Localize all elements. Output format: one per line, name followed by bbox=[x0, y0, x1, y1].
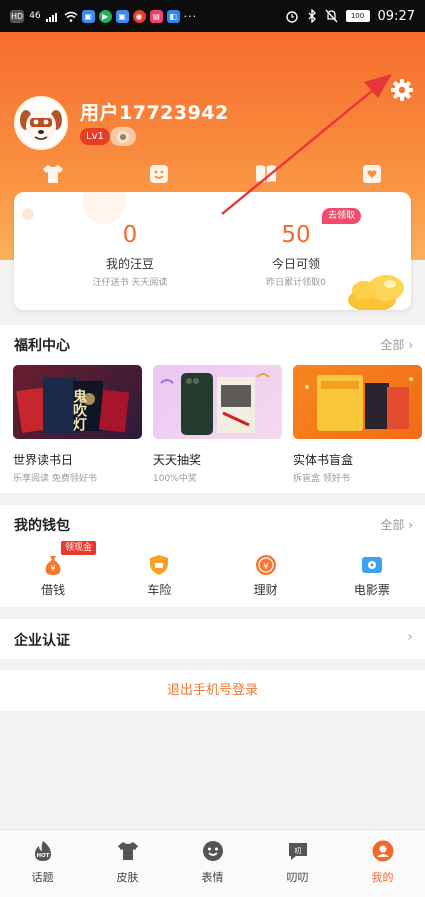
wallet-item-borrow[interactable]: 领现金 ¥ 借钱 bbox=[0, 541, 106, 598]
level-badge[interactable]: Lv1 bbox=[80, 128, 110, 145]
blind-box-illustration bbox=[305, 375, 413, 431]
tab-chat[interactable]: 叨 叨叨 bbox=[255, 830, 340, 897]
book-cover-text: 鬼吹灯 bbox=[71, 389, 87, 431]
tab-label: 叨叨 bbox=[286, 871, 309, 884]
beans-card: 0 我的汪豆 汪仔送书 天天阅读 50 今日可领 昨日累计领取0 去领取 bbox=[14, 192, 411, 310]
wallet-item-label: 电影票 bbox=[353, 583, 390, 597]
wallet-see-all[interactable]: 全部 › bbox=[380, 516, 413, 533]
profile-icon bbox=[372, 840, 393, 862]
welfare-title: 福利中心 bbox=[14, 338, 70, 354]
enterprise-certification[interactable]: 企业认证 › bbox=[0, 619, 425, 659]
signal-icon bbox=[45, 12, 57, 22]
tab-emoji[interactable]: 表情 bbox=[170, 830, 255, 897]
app-notification-icon: ◉ bbox=[132, 9, 146, 23]
logout-button[interactable]: 退出手机号登录 bbox=[0, 670, 425, 711]
tab-label: 表情 bbox=[201, 871, 224, 884]
status-left-icons: HD 46 ▣ ▶ ▣ ◉ ▤ ◧ ··· bbox=[10, 9, 198, 23]
phone-and-book-illustration bbox=[160, 373, 270, 435]
my-wallet: 我的钱包 全部 › 领现金 ¥ 借钱 车险 ¥ 理财 电影票 bbox=[0, 505, 425, 607]
wallet-items: 领现金 ¥ 借钱 车险 ¥ 理财 电影票 bbox=[0, 541, 425, 598]
wallet-item-movie-ticket[interactable]: 电影票 bbox=[319, 553, 425, 598]
today-claimable-value: 50 bbox=[281, 222, 311, 248]
emoji-face-icon bbox=[202, 841, 223, 861]
wallet-see-all-label: 全部 bbox=[380, 518, 405, 532]
wallet-item-car-insurance[interactable]: 车险 bbox=[106, 553, 212, 598]
status-right-icons: 100 09:27 bbox=[285, 9, 415, 24]
golden-beans-icon bbox=[348, 275, 404, 310]
alarm-icon bbox=[285, 11, 298, 23]
enterprise-title: 企业认证 bbox=[14, 633, 70, 649]
tab-label: 皮肤 bbox=[116, 871, 139, 884]
claim-button[interactable]: 去领取 bbox=[322, 208, 362, 224]
welfare-card-title: 世界读书日 bbox=[13, 453, 74, 467]
app-notification-icon: ▣ bbox=[81, 9, 95, 23]
status-bar: HD 46 ▣ ▶ ▣ ◉ ▤ ◧ ··· 100 09:27 bbox=[0, 0, 425, 32]
svg-text:¥: ¥ bbox=[51, 564, 56, 573]
app-notification-icon: ▣ bbox=[115, 9, 129, 23]
username: 用户17723942 bbox=[80, 102, 229, 124]
more-notifications-icon: ··· bbox=[183, 9, 198, 23]
avatar[interactable] bbox=[14, 96, 68, 150]
play-notification-icon: ▶ bbox=[98, 9, 112, 23]
tab-label: 我的 bbox=[371, 871, 394, 884]
network-indicator: 46 bbox=[29, 10, 41, 21]
wallet-item-label: 车险 bbox=[147, 583, 172, 597]
svg-text:叨: 叨 bbox=[294, 847, 301, 855]
app-notification-icon: ◧ bbox=[166, 9, 180, 23]
smile-box-icon bbox=[150, 165, 169, 183]
welfare-card-subtitle: 拆盲盒 领好书 bbox=[293, 474, 350, 484]
welfare-card-reading-day[interactable]: 鬼吹灯 世界读书日 乐享阅读 免费领好书 bbox=[13, 365, 142, 484]
welfare-center: 福利中心 全部 › 鬼吹灯 世界读书日 乐享阅读 免费领好书 天天抽奖 100%… bbox=[0, 325, 425, 493]
cash-tag: 领现金 bbox=[61, 541, 97, 555]
settings-gear-icon[interactable] bbox=[390, 78, 414, 102]
wifi-icon bbox=[64, 11, 78, 22]
wallet-item-label: 理财 bbox=[253, 583, 278, 597]
svg-text:¥: ¥ bbox=[263, 562, 269, 572]
reading-day-image: 鬼吹灯 bbox=[13, 365, 142, 439]
chevron-right-icon: › bbox=[408, 338, 413, 352]
hot-topic-icon: HOT bbox=[34, 841, 51, 861]
tab-skin[interactable]: 皮肤 bbox=[85, 830, 170, 897]
wallet-item-label: 借钱 bbox=[41, 583, 66, 597]
wallet-item-finance[interactable]: ¥ 理财 bbox=[213, 553, 319, 598]
heart-box-icon bbox=[362, 165, 381, 183]
svg-text:HOT: HOT bbox=[36, 853, 49, 859]
dog-mascot-icon bbox=[16, 98, 66, 148]
hd-indicator: HD bbox=[10, 9, 25, 23]
wallet-title: 我的钱包 bbox=[14, 518, 70, 534]
chat-bubble-icon: 叨 bbox=[288, 843, 307, 860]
blind-box-image bbox=[293, 365, 422, 439]
book-icon bbox=[255, 165, 276, 183]
mute-icon bbox=[325, 9, 338, 23]
chevron-right-icon: › bbox=[407, 629, 413, 645]
welfare-see-all[interactable]: 全部 › bbox=[380, 336, 413, 353]
app-notification-icon: ▤ bbox=[149, 9, 163, 23]
medal-badge[interactable] bbox=[110, 127, 136, 146]
tab-topic[interactable]: HOT 话题 bbox=[0, 830, 85, 897]
welfare-card-blind-box[interactable]: 实体书盲盒 拆盲盒 领好书 bbox=[293, 365, 422, 484]
yen-coin-icon: ¥ bbox=[255, 555, 276, 575]
medal-icon bbox=[117, 131, 129, 143]
bluetooth-icon bbox=[308, 9, 316, 23]
chevron-right-icon: › bbox=[408, 518, 413, 532]
welfare-card-title: 天天抽奖 bbox=[153, 453, 202, 467]
welfare-card-title: 实体书盲盒 bbox=[293, 453, 354, 467]
welfare-cards: 鬼吹灯 世界读书日 乐享阅读 免费领好书 天天抽奖 100%中奖 实体书盲盒 拆… bbox=[13, 365, 422, 484]
shield-icon bbox=[150, 555, 169, 575]
bottom-tab-bar: HOT 话题 皮肤 表情 叨 叨叨 我的 bbox=[0, 829, 425, 897]
welfare-card-subtitle: 乐享阅读 免费领好书 bbox=[13, 474, 97, 484]
tab-mine[interactable]: 我的 bbox=[340, 830, 425, 897]
money-bag-icon: ¥ bbox=[45, 556, 61, 575]
ticket-icon bbox=[361, 557, 382, 573]
battery-icon: 100 bbox=[345, 10, 370, 22]
shirt-icon bbox=[117, 842, 138, 860]
welfare-card-subtitle: 100%中奖 bbox=[153, 474, 197, 484]
welfare-card-lottery[interactable]: 天天抽奖 100%中奖 bbox=[153, 365, 282, 484]
shirt-icon bbox=[43, 165, 64, 183]
clock: 09:27 bbox=[377, 8, 415, 24]
lottery-image bbox=[153, 365, 282, 439]
welfare-see-all-label: 全部 bbox=[380, 338, 405, 352]
tab-label: 话题 bbox=[31, 871, 54, 884]
